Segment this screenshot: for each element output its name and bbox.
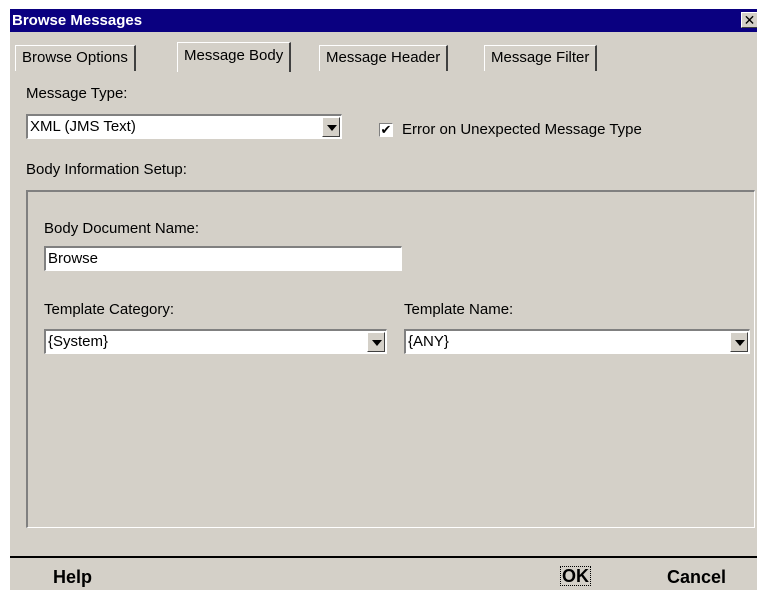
template-name-value: {ANY} <box>408 333 449 350</box>
body-document-name-label: Body Document Name: <box>44 220 200 237</box>
template-name-label: Template Name: <box>404 301 514 318</box>
cancel-button[interactable]: Cancel <box>667 567 726 588</box>
close-icon[interactable]: ✕ <box>741 12 757 28</box>
message-type-value: XML (JMS Text) <box>30 118 136 135</box>
template-category-label: Template Category: <box>44 301 175 318</box>
body-setup-panel: Body Document Name: Browse Template Cate… <box>26 190 755 528</box>
window-title: Browse Messages <box>12 12 143 29</box>
chevron-down-icon[interactable] <box>730 332 748 352</box>
body-setup-label: Body Information Setup: <box>26 161 187 178</box>
body-document-name-value: Browse <box>48 250 99 267</box>
tab-message-body[interactable]: Message Body <box>177 42 292 72</box>
error-checkbox-label[interactable]: Error on Unexpected Message Type <box>402 121 642 138</box>
tab-message-filter[interactable]: Message Filter <box>484 45 598 71</box>
title-bar[interactable]: Browse Messages ✕ <box>10 9 757 32</box>
tab-browse-options[interactable]: Browse Options <box>15 45 136 71</box>
message-type-label: Message Type: <box>26 85 128 102</box>
template-name-select[interactable]: {ANY} <box>404 329 750 354</box>
chevron-down-icon[interactable] <box>322 117 340 137</box>
ok-button[interactable]: OK <box>560 566 591 586</box>
chevron-down-icon[interactable] <box>367 332 385 352</box>
tab-message-header[interactable]: Message Header <box>319 45 449 71</box>
help-button[interactable]: Help <box>53 567 92 588</box>
template-category-select[interactable]: {System} <box>44 329 387 354</box>
template-category-value: {System} <box>48 333 109 350</box>
error-checkbox[interactable]: ✔ <box>379 123 393 137</box>
footer-bar: Help OK Cancel <box>10 556 757 591</box>
message-type-select[interactable]: XML (JMS Text) <box>26 114 342 139</box>
browse-messages-dialog: Browse Messages ✕ Browse Options Message… <box>9 8 757 590</box>
body-document-name-field[interactable]: Browse <box>44 246 402 271</box>
